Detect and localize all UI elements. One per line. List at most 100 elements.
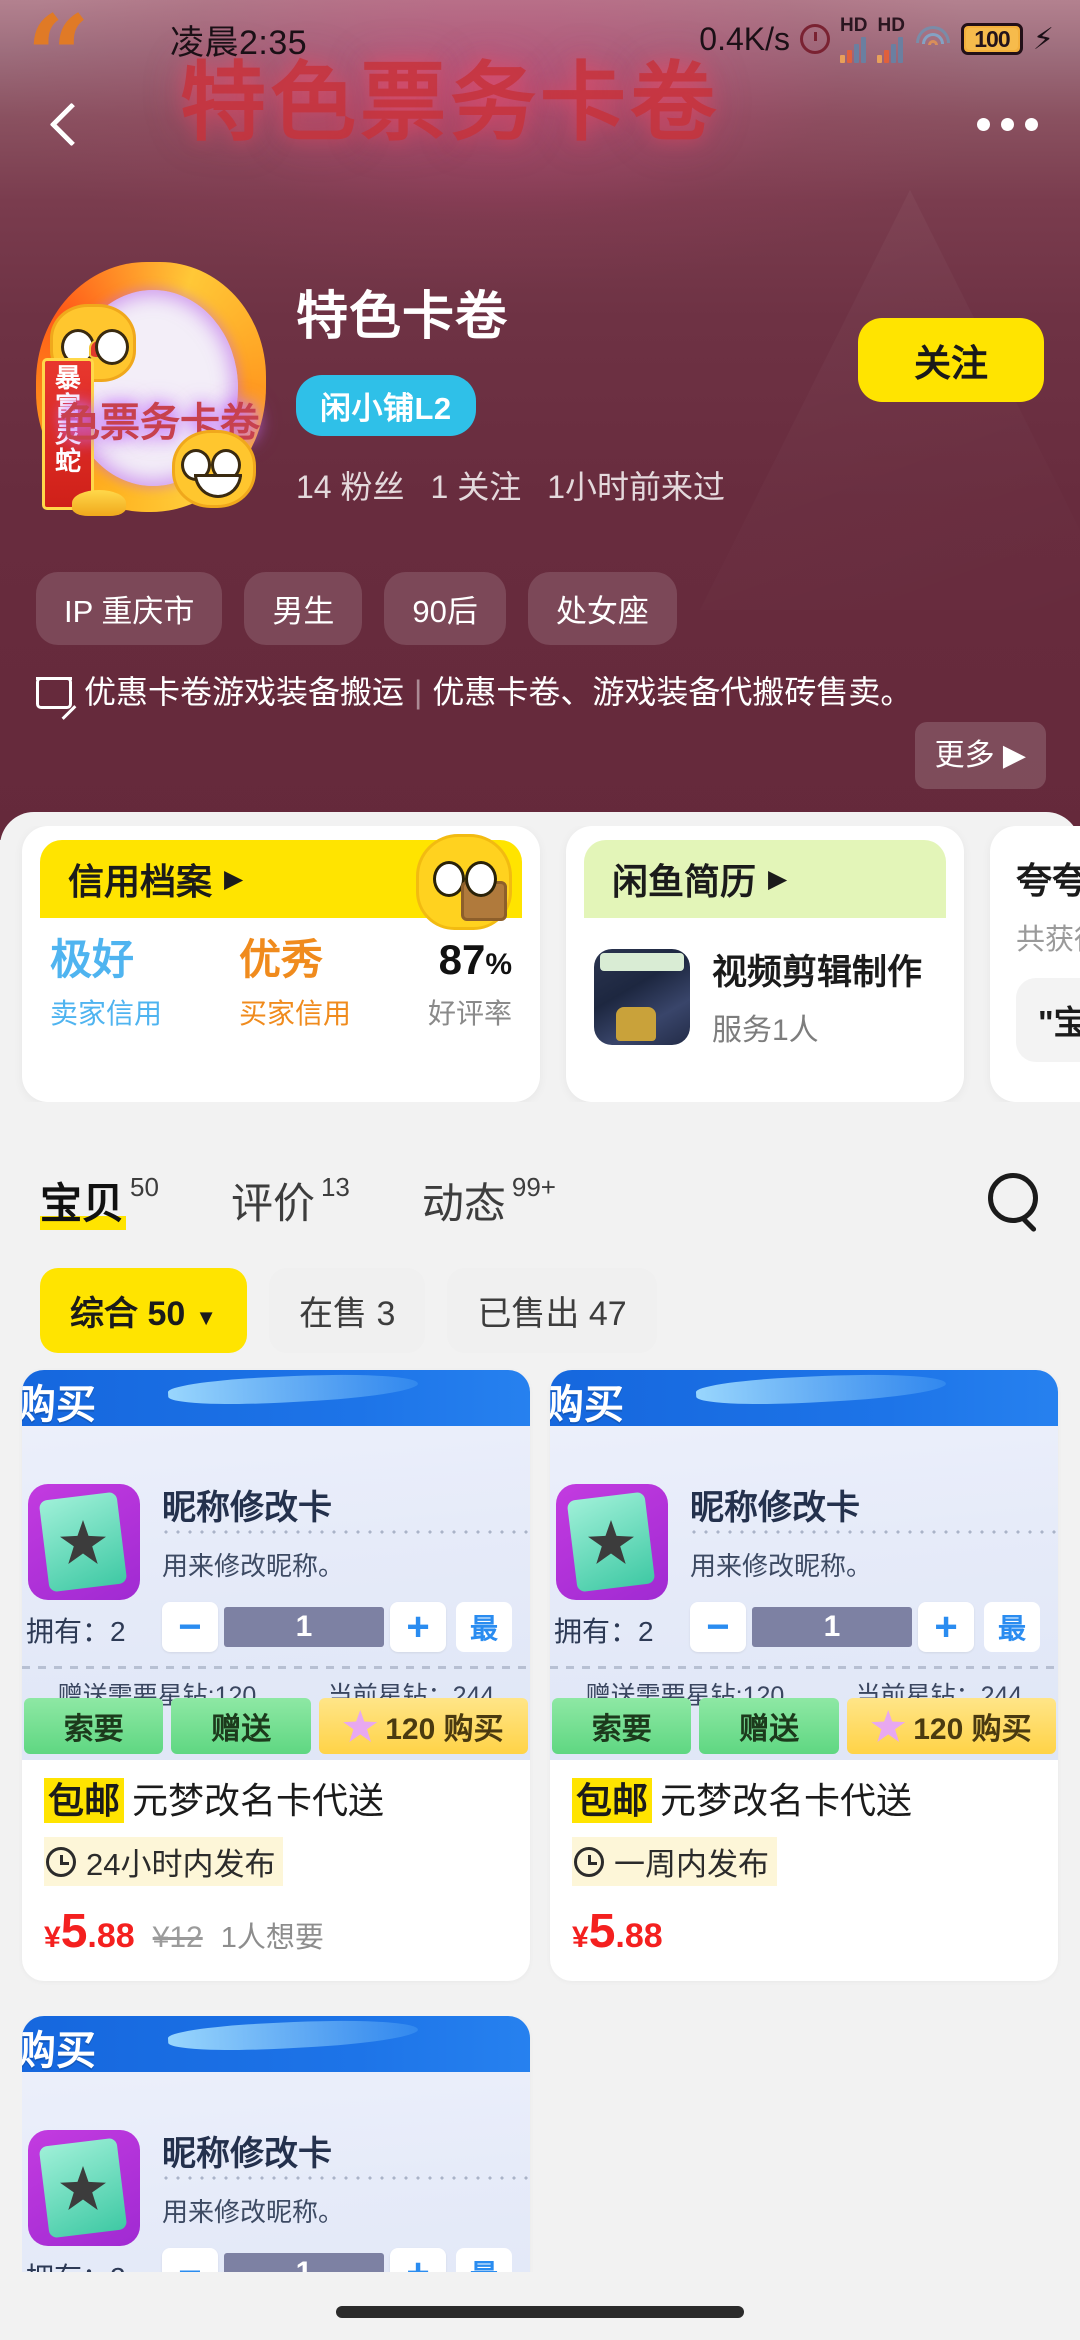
item-owned-label: 拥有：2 [26, 1616, 126, 1647]
tag-ip-location[interactable]: IP 重庆市 [36, 572, 223, 645]
quantity-minus-button[interactable]: − [690, 1602, 746, 1652]
quantity-plus-button[interactable]: + [390, 2248, 446, 2272]
product-card[interactable]: 购买 昵称修改卡 用来修改昵称。 拥有：2 − 1 + 最 赠送需要星钻:120… [22, 1370, 530, 1981]
filter-chip-onsale[interactable]: 在售 3 [269, 1268, 426, 1353]
quantity-stepper[interactable]: − 1 + 最 [162, 1602, 512, 1652]
tab-reviews[interactable]: 评价 13 [231, 1170, 350, 1231]
content-tabs[interactable]: 宝贝 50 评价 13 动态 99+ [0, 1148, 1080, 1252]
currency-symbol: ¥ [572, 1921, 589, 1954]
profile-card-strip[interactable]: 信用档案 ▶ 极好 卖家信用 优秀 买家信用 87% 好评率 闲鱼简历 ▶ 视频… [0, 826, 1080, 1102]
product-banner-label: 购买 [22, 1383, 96, 1427]
product-card[interactable]: 购买 昵称修改卡 用来修改昵称。 拥有：2 − 1 + 最 赠送需要星钻:120… [22, 2016, 530, 2272]
item-name: 昵称修改卡 [162, 1489, 332, 1527]
tab-reviews-count: 13 [320, 1171, 350, 1202]
buyer-credit-value: 优秀 [239, 936, 324, 983]
seller-credit-value: 极好 [50, 936, 135, 983]
credit-card-arrow-icon: ▶ [224, 865, 244, 893]
chevron-down-icon: ▼ [195, 1305, 218, 1330]
item-card-icon [28, 1484, 140, 1600]
buy-button[interactable]: 120 购买 [846, 1698, 1056, 1754]
product-meta: 包邮 元梦改名卡代送 24小时内发布 ¥5.88 ¥12 1人想要 [22, 1760, 530, 1981]
delivery-badge: 24小时内发布 [44, 1837, 284, 1886]
profile-tags: IP 重庆市 男生 90后 处女座 [36, 572, 677, 645]
credit-file-card[interactable]: 信用档案 ▶ 极好 卖家信用 优秀 买家信用 87% 好评率 [22, 826, 540, 1102]
last-seen: 1小时前来过 [547, 469, 726, 505]
tag-zodiac[interactable]: 处女座 [527, 572, 677, 645]
buy-button[interactable]: 120 购买 [318, 1698, 528, 1754]
product-price: ¥5.88 [44, 1904, 135, 1959]
follow-button[interactable]: 关注 [858, 318, 1044, 402]
buy-button-label: 120 购买 [913, 1713, 1032, 1746]
ask-button[interactable]: 索要 [552, 1698, 692, 1754]
quantity-minus-button[interactable]: − [162, 1602, 218, 1652]
quantity-plus-button[interactable]: + [918, 1602, 974, 1652]
quantity-max-button[interactable]: 最 [984, 1602, 1040, 1652]
resume-card-arrow-icon: ▶ [768, 865, 788, 893]
original-price: ¥12 [152, 1921, 203, 1954]
status-time: 凌晨2:35 [170, 23, 308, 62]
tab-feed-count: 99+ [511, 1171, 556, 1202]
credit-card-tab[interactable]: 信用档案 ▶ [40, 834, 522, 930]
praise-rate-block: 87% 好评率 [428, 937, 512, 1032]
filter-chip-sold[interactable]: 已售出 47 [447, 1268, 657, 1353]
tab-feed[interactable]: 动态 99+ [422, 1170, 556, 1231]
price-row: ¥5.88 ¥12 1人想要 [44, 1904, 508, 1959]
product-meta: 包邮 元梦改名卡代送 一周内发布 ¥5.88 [550, 1760, 1058, 1981]
quantity-value: 1 [224, 2253, 384, 2272]
shop-desc-text: 优惠卡卷、游戏装备代搬砖售卖。 [432, 674, 913, 710]
avatar[interactable]: 暴富灵蛇 色票务卡卷 [36, 262, 266, 516]
battery-level-label: 100 [974, 25, 1010, 52]
praise-wall-title: 夸夸墙 [1016, 860, 1080, 901]
price-decimal: .88 [87, 1917, 135, 1955]
following-count[interactable]: 1 关注 [431, 462, 522, 508]
tag-age-group[interactable]: 90后 [384, 572, 506, 645]
filter-chip-overall[interactable]: 综合 50 ▼ [40, 1268, 248, 1353]
praise-wall-body: 夸夸墙 共获得4 "宝藏 [990, 826, 1080, 1062]
gift-button[interactable]: 赠送 [699, 1698, 839, 1754]
avatar-ingot-icon [72, 490, 126, 516]
dino-mascot-icon [416, 834, 512, 930]
product-image: 购买 昵称修改卡 用来修改昵称。 拥有：2 − 1 + 最 赠送需要星钻:120… [22, 2016, 530, 2272]
credit-card-body: 极好 卖家信用 优秀 买家信用 87% 好评率 [22, 918, 540, 1032]
tab-items-count: 50 [130, 1171, 159, 1202]
quantity-max-button[interactable]: 最 [456, 1602, 512, 1652]
resume-card-title: 闲鱼简历 [612, 861, 757, 902]
product-grid: 购买 昵称修改卡 用来修改昵称。 拥有：2 − 1 + 最 赠送需要星钻:120… [22, 1370, 1058, 1981]
item-description: 用来修改昵称。 [690, 1551, 873, 1581]
battery-icon: 100 [960, 23, 1023, 55]
more-options-icon[interactable] [977, 117, 1038, 131]
resume-card[interactable]: 闲鱼简历 ▶ 视频剪辑制作 服务1人 [566, 826, 964, 1102]
tag-gender[interactable]: 男生 [244, 572, 363, 645]
praise-wall-subtitle: 共获得4 [1016, 924, 1080, 956]
quantity-minus-button[interactable]: − [162, 2248, 218, 2272]
item-action-row[interactable]: 索要 赠送 120 购买 [22, 1698, 530, 1754]
ask-button[interactable]: 索要 [24, 1698, 164, 1754]
resume-card-tab[interactable]: 闲鱼简历 ▶ [584, 840, 946, 918]
praise-wall-card[interactable]: 夸夸墙 共获得4 "宝藏 [990, 826, 1080, 1102]
followers-count[interactable]: 14 粉丝 [296, 462, 405, 508]
free-shipping-badge: 包邮 [572, 1778, 653, 1823]
tab-items[interactable]: 宝贝 50 [40, 1170, 159, 1231]
credit-card-title: 信用档案 [68, 861, 213, 902]
filter-chips[interactable]: 综合 50 ▼ 在售 3 已售出 47 [40, 1268, 657, 1353]
gift-button[interactable]: 赠送 [171, 1698, 311, 1754]
product-title: 元梦改名卡代送 [132, 1780, 385, 1821]
shop-name: 优惠卡卷游戏装备搬运 [84, 674, 405, 710]
quantity-stepper[interactable]: − 1 + 最 [690, 1602, 1040, 1652]
shop-more-button[interactable]: 更多 ▶ [914, 722, 1046, 789]
quantity-max-button[interactable]: 最 [456, 2248, 512, 2272]
back-button-icon[interactable] [42, 102, 86, 146]
profile-stats: 14 粉丝 1 关注 1小时前来过 [296, 462, 858, 508]
delivery-badge: 一周内发布 [572, 1837, 777, 1886]
item-description: 用来修改昵称。 [162, 1551, 345, 1581]
item-action-row[interactable]: 索要 赠送 120 购买 [550, 1698, 1058, 1754]
quantity-stepper[interactable]: − 1 + 最 [162, 2248, 512, 2272]
search-icon[interactable] [986, 1173, 1040, 1227]
charging-bolt-icon: ⚡ [1032, 22, 1054, 56]
item-description: 用来修改昵称。 [162, 2197, 345, 2227]
quantity-plus-button[interactable]: + [390, 1602, 446, 1652]
product-card[interactable]: 购买 昵称修改卡 用来修改昵称。 拥有：2 − 1 + 最 赠送需要星钻:120… [550, 1370, 1058, 1981]
shop-level-badge[interactable]: 闲小铺L2 [296, 375, 476, 436]
praise-wall-chip[interactable]: "宝藏 [1016, 978, 1080, 1062]
profile-page: “ 特色票务卡卷 凌晨2:35 0.4K/s HD HD 100 ⚡ 暴富灵蛇 … [0, 0, 1080, 2340]
